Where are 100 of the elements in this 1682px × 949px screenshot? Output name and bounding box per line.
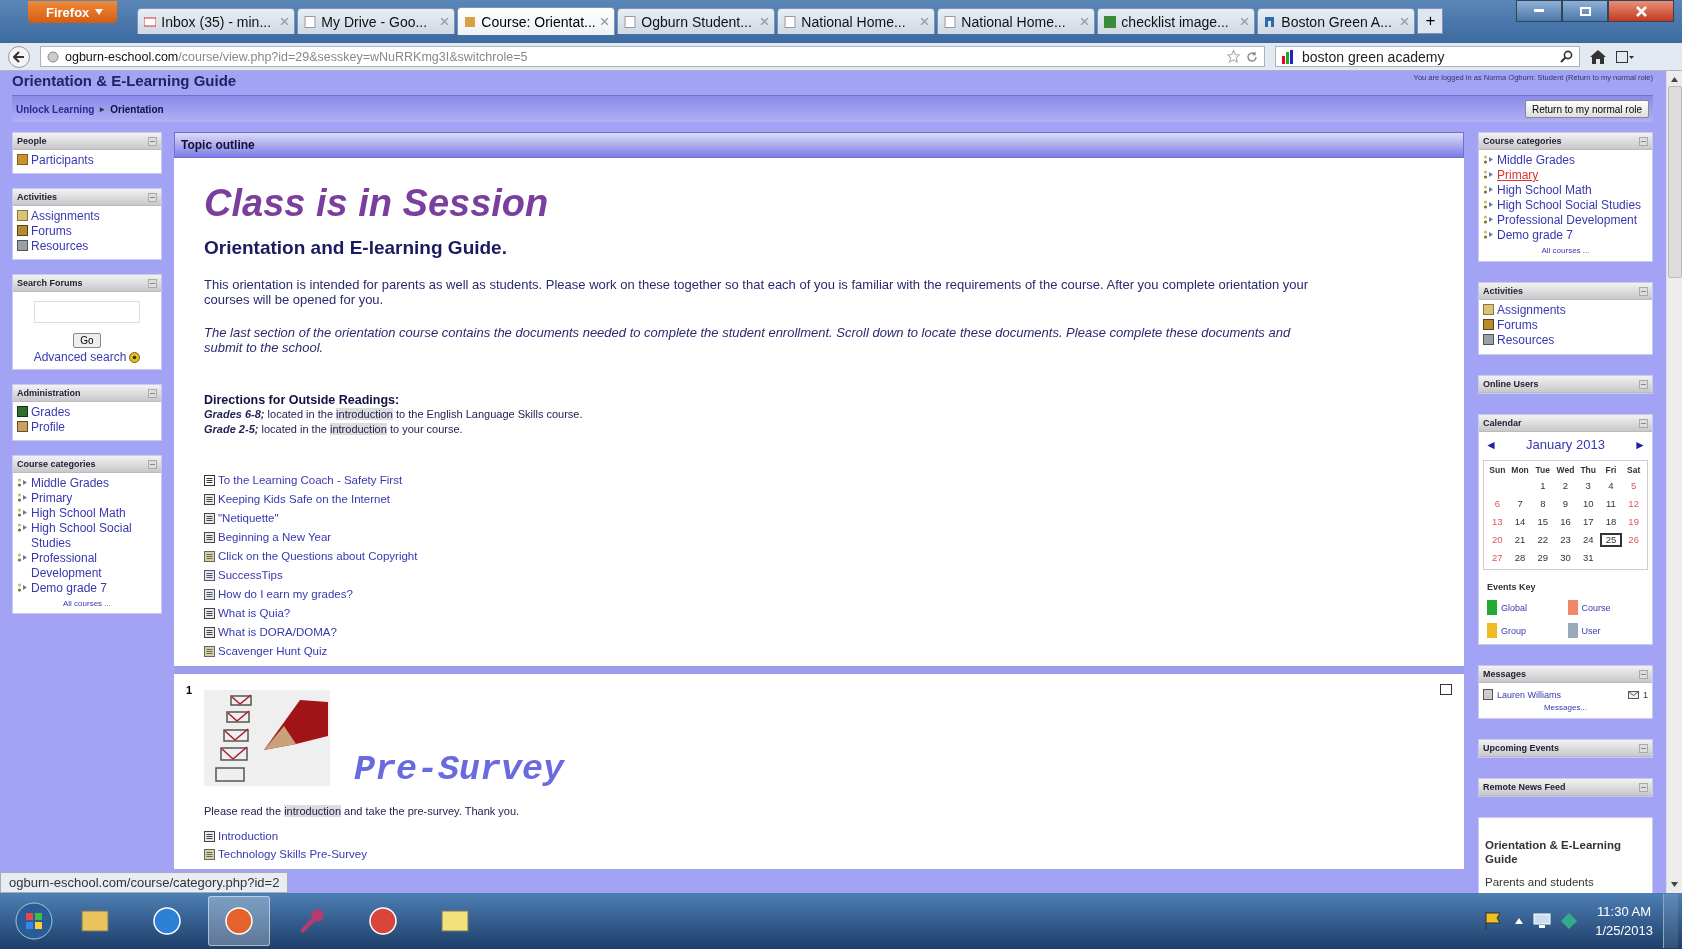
event-key-link[interactable]: Course	[1567, 600, 1648, 615]
close-icon[interactable]	[1401, 18, 1409, 25]
calendar-day[interactable]: 15	[1531, 515, 1555, 529]
calendar-day[interactable]: 23	[1554, 533, 1577, 547]
calendar-day[interactable]: 31	[1576, 551, 1600, 565]
calendar-day[interactable]: 14	[1508, 515, 1532, 529]
go-button[interactable]: Go	[73, 333, 101, 348]
block-link[interactable]: Grades	[17, 405, 157, 420]
breadcrumb-link[interactable]: Orientation	[110, 103, 164, 115]
next-month-link[interactable]: ►	[1634, 437, 1646, 452]
close-icon[interactable]	[441, 18, 449, 25]
calendar-day[interactable]: 3	[1576, 479, 1600, 493]
collapse-icon[interactable]	[148, 459, 157, 469]
all-courses-link[interactable]: All courses ...	[1541, 246, 1590, 255]
browser-tab[interactable]: checklist image...	[1097, 8, 1256, 34]
calendar-day[interactable]: 28	[1508, 551, 1532, 565]
close-icon[interactable]	[921, 18, 929, 25]
close-button[interactable]	[1608, 0, 1674, 22]
scrollbar[interactable]	[1666, 71, 1682, 893]
search-forums-field[interactable]	[34, 301, 140, 323]
show-desktop-button[interactable]	[1663, 894, 1678, 948]
browser-tab[interactable]: National Home...	[777, 8, 936, 34]
activity-link[interactable]: How do I earn my grades?	[204, 587, 1324, 601]
calendar-day[interactable]: 17	[1576, 515, 1600, 529]
calendar-day[interactable]: 10	[1576, 497, 1600, 511]
messages-link[interactable]: Messages...	[1543, 703, 1588, 712]
browser-tab[interactable]: National Home...	[937, 8, 1096, 34]
collapse-icon[interactable]	[148, 192, 157, 202]
collapse-icon[interactable]	[148, 388, 157, 398]
block-link[interactable]: High School Social Studies	[1483, 198, 1648, 213]
previous-month-link[interactable]: ◄	[1485, 437, 1497, 452]
collapse-icon[interactable]	[1639, 782, 1648, 792]
browser-tab[interactable]: Boston Green A...	[1257, 8, 1416, 34]
collapse-icon[interactable]	[1639, 136, 1648, 146]
activity-link[interactable]: What is Quia?	[204, 606, 1324, 620]
block-link[interactable]: High School Math	[1483, 183, 1648, 198]
section-toggle-icon[interactable]	[1440, 684, 1452, 695]
block-link[interactable]: Middle Grades	[1483, 153, 1648, 168]
collapse-icon[interactable]	[1639, 743, 1648, 753]
calendar-day[interactable]: 6	[1486, 497, 1509, 511]
month-link[interactable]: January 2013	[1526, 437, 1605, 452]
block-link[interactable]: Professional Development	[17, 551, 157, 581]
scroll-thumb[interactable]	[1667, 86, 1682, 278]
bookmarks-icon[interactable]	[1616, 49, 1634, 64]
calendar-day[interactable]: 12	[1622, 497, 1645, 511]
activity-link[interactable]: Introduction	[204, 829, 1324, 843]
close-icon[interactable]	[601, 18, 609, 25]
calendar-day[interactable]: 22	[1531, 533, 1555, 547]
browser-tab[interactable]: Course: Orientat...	[457, 7, 616, 35]
calendar-day[interactable]: 9	[1554, 497, 1577, 511]
calendar-day[interactable]: 21	[1508, 533, 1532, 547]
start-button[interactable]	[14, 901, 54, 941]
collapse-icon[interactable]	[1639, 418, 1648, 428]
collapse-icon[interactable]	[148, 136, 157, 146]
network-icon[interactable]	[1533, 913, 1552, 929]
close-icon[interactable]	[761, 18, 769, 25]
block-link[interactable]: Primary	[17, 491, 157, 506]
close-icon[interactable]	[281, 18, 289, 25]
advanced-search-link[interactable]: Advanced search	[33, 350, 127, 364]
help-icon[interactable]	[129, 351, 141, 363]
calendar-day[interactable]: 20	[1486, 533, 1509, 547]
scroll-down-icon[interactable]	[1671, 882, 1678, 887]
browser-tab[interactable]: My Drive - Goo...	[297, 8, 456, 34]
block-link[interactable]: High School Social Studies	[17, 521, 157, 551]
minimize-button[interactable]	[1516, 0, 1562, 22]
calendar-day[interactable]: 18	[1599, 515, 1623, 529]
calendar-day[interactable]: 30	[1554, 551, 1577, 565]
activity-link[interactable]: Technology Skills Pre-Survey	[204, 847, 1324, 861]
calendar-day[interactable]: 2	[1554, 479, 1577, 493]
calendar-day[interactable]: 13	[1486, 515, 1509, 529]
block-link[interactable]: High School Math	[17, 506, 157, 521]
activity-link[interactable]: Keeping Kids Safe on the Internet	[204, 492, 1324, 506]
calendar-day[interactable]: 27	[1486, 551, 1509, 565]
activity-link[interactable]: To the Learning Coach - Safety First	[204, 473, 1324, 487]
block-link[interactable]: Demo grade 7	[17, 581, 157, 596]
activity-link[interactable]: What is DORA/DOMA?	[204, 625, 1324, 639]
calendar-day[interactable]: 8	[1531, 497, 1555, 511]
calendar-day[interactable]: 19	[1622, 515, 1645, 529]
calendar-day[interactable]: 24	[1576, 533, 1600, 547]
browser-tab[interactable]: Inbox (35) - min...	[137, 8, 296, 34]
calendar-day[interactable]: 16	[1554, 515, 1577, 529]
calendar-day[interactable]: 4	[1599, 479, 1623, 493]
collapse-icon[interactable]	[1639, 286, 1648, 296]
breadcrumb-link[interactable]: Unlock Learning	[16, 103, 95, 115]
message-sender-link[interactable]: Lauren Williams	[1497, 689, 1562, 700]
calendar-day[interactable]: 7	[1508, 497, 1532, 511]
calendar-day[interactable]: 1	[1531, 479, 1555, 493]
calendar-day[interactable]: 29	[1531, 551, 1555, 565]
reload-icon[interactable]	[1246, 50, 1258, 63]
scroll-up-icon[interactable]	[1671, 77, 1678, 82]
block-link[interactable]: Resources	[1483, 333, 1648, 348]
collapse-icon[interactable]	[148, 278, 157, 288]
return-role-button[interactable]: Return to my normal role	[1524, 100, 1649, 118]
block-link[interactable]: Profile	[17, 420, 157, 435]
firefox-taskbar-button[interactable]	[208, 896, 270, 946]
activity-link[interactable]: "Netiquette"	[204, 511, 1324, 525]
close-icon[interactable]	[1241, 18, 1249, 25]
activity-link[interactable]: SuccessTips	[204, 568, 1324, 582]
block-link[interactable]: Professional Development	[1483, 213, 1648, 228]
event-key-link[interactable]: Global	[1487, 600, 1568, 615]
